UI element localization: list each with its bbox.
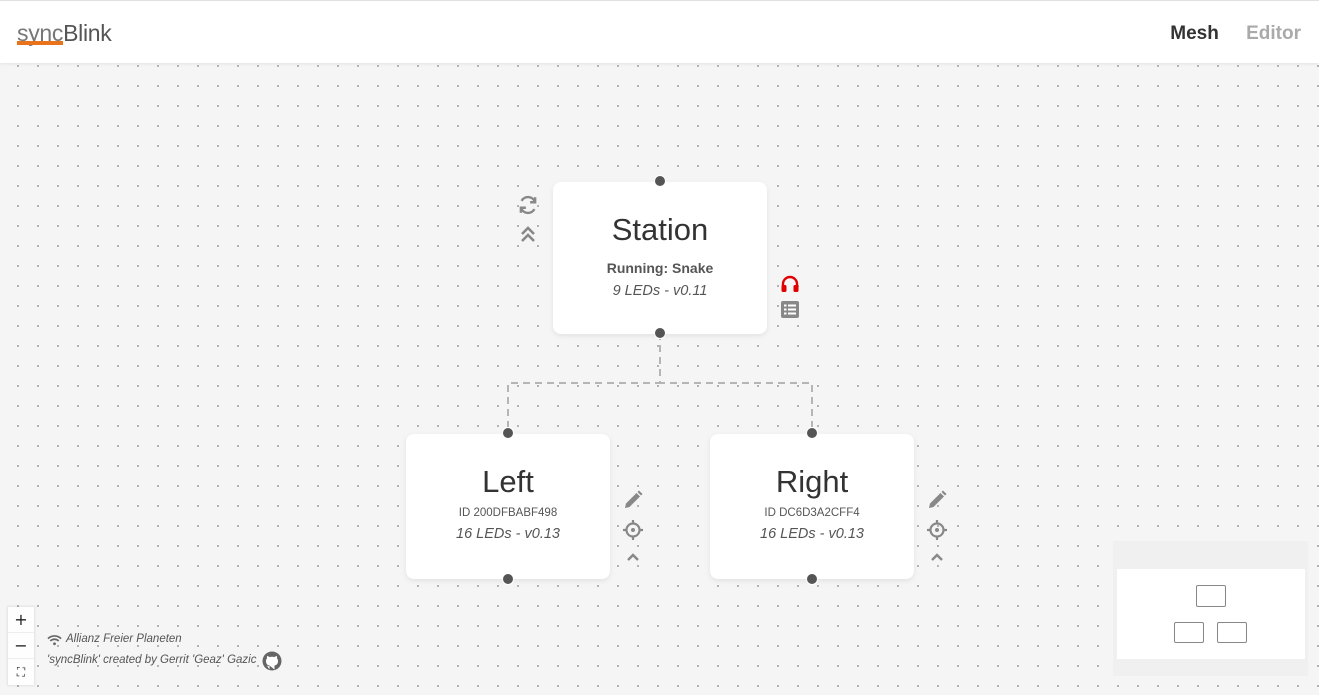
network-line: Allianz Freier Planeten [47,629,286,650]
nav-editor[interactable]: Editor [1246,23,1301,44]
node-leds: 16 LEDs - v0.13 [456,526,560,542]
app-header: syncBlink Mesh Editor [0,0,1319,63]
nav-mesh[interactable]: Mesh [1170,23,1219,44]
minimap[interactable] [1113,541,1308,676]
wifi-icon [47,634,62,645]
station-top-handle[interactable] [654,175,666,187]
fit-view-button[interactable]: ⛶ [8,659,34,685]
list-icon[interactable] [781,301,799,318]
pencil-icon[interactable] [927,490,947,510]
node-title: Right [775,464,849,499]
chevron-up-icon[interactable] [626,552,640,562]
headphones-icon[interactable] [780,274,800,293]
double-chevron-up-icon[interactable] [520,225,536,243]
node-station[interactable]: Station Running: Snake 9 LEDs - v0.11 [553,182,767,334]
refresh-icon[interactable] [517,194,539,216]
edge-station-right [659,333,813,433]
zoom-out-button[interactable]: − [8,633,34,659]
network-name: Allianz Freier Planeten [66,633,182,645]
github-icon[interactable] [262,651,282,671]
node-leds: 9 LEDs - v0.11 [612,283,708,299]
chevron-up-icon[interactable] [930,552,944,562]
logo-blink-text: Blink [63,20,112,46]
left-top-handle[interactable] [502,427,514,439]
minimap-node-right [1217,622,1247,643]
node-leds: 16 LEDs - v0.13 [760,526,864,542]
top-nav: Mesh Editor [1148,23,1301,45]
node-left[interactable]: Left ID 200DFBABF498 16 LEDs - v0.13 [406,434,610,579]
author-line: 'syncBlink' created by Gerrit 'Geaz' Gaz… [47,650,286,671]
mesh-canvas[interactable]: Station Running: Snake 9 LEDs - v0.11 Le… [0,63,1319,695]
edge-station-left [507,333,661,433]
right-top-handle[interactable] [806,427,818,439]
app-logo[interactable]: syncBlink [17,19,112,47]
station-bottom-handle[interactable] [654,327,666,339]
logo-sync-text: sync [17,20,64,46]
author-text: 'syncBlink' created by Gerrit 'Geaz' Gaz… [47,654,257,666]
crosshair-icon[interactable] [623,520,643,540]
node-title: Station [611,212,709,247]
node-status: Running: Snake [606,260,714,276]
node-id: ID 200DFBABF498 [458,507,558,519]
pencil-icon[interactable] [623,490,643,510]
zoom-in-button[interactable]: + [8,607,34,633]
node-id: ID DC6D3A2CFF4 [764,507,860,519]
node-title: Left [482,464,534,499]
zoom-controls: + − ⛶ [8,607,34,685]
minimap-node-left [1174,622,1204,643]
credits: Allianz Freier Planeten 'syncBlink' crea… [47,629,286,671]
minimap-node-station [1196,585,1226,607]
crosshair-icon[interactable] [927,520,947,540]
right-bottom-handle[interactable] [806,573,818,585]
left-bottom-handle[interactable] [502,573,514,585]
minimap-viewport [1117,569,1305,659]
node-right[interactable]: Right ID DC6D3A2CFF4 16 LEDs - v0.13 [710,434,914,579]
